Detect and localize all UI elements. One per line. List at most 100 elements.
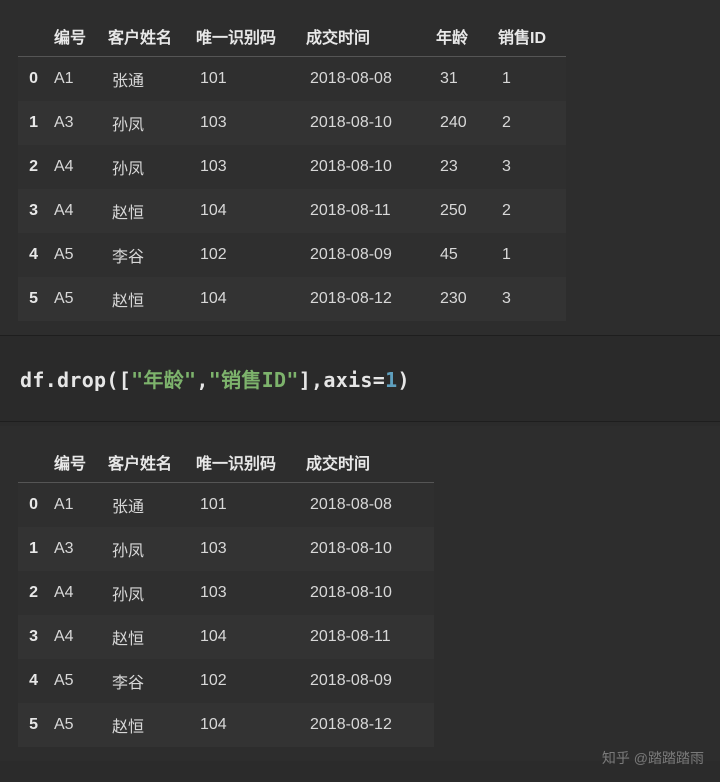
- cell: 101: [194, 483, 304, 528]
- cell: A1: [48, 483, 106, 528]
- cell: 45: [434, 233, 496, 277]
- cell: 230: [434, 277, 496, 321]
- cell: 250: [434, 189, 496, 233]
- code-equals: =: [373, 368, 385, 392]
- cell: 孙凤: [106, 145, 194, 189]
- cell: 104: [194, 703, 304, 747]
- cell: 2018-08-08: [304, 483, 434, 528]
- cell: 李谷: [106, 233, 194, 277]
- code-rparen: ): [397, 368, 409, 392]
- code-comma-1: ,: [196, 368, 208, 392]
- cell: 240: [434, 101, 496, 145]
- row-index: 0: [18, 57, 48, 102]
- cell: 2018-08-08: [304, 57, 434, 102]
- cell: 孙凤: [106, 101, 194, 145]
- cell: 2018-08-10: [304, 145, 434, 189]
- col-uid: 唯一识别码: [194, 14, 304, 57]
- row-index: 3: [18, 615, 48, 659]
- cell: 赵恒: [106, 703, 194, 747]
- dataframe-output-1: 编号 客户姓名 唯一识别码 成交时间 年龄 销售ID 0A1张通1012018-…: [0, 0, 720, 335]
- code-comma-2: ,: [311, 368, 323, 392]
- row-index: 4: [18, 233, 48, 277]
- code-object: df: [20, 368, 45, 392]
- cell: 101: [194, 57, 304, 102]
- row-index: 2: [18, 571, 48, 615]
- cell: 2018-08-11: [304, 189, 434, 233]
- cell: 孙凤: [106, 527, 194, 571]
- table-row: 3A4赵恒1042018-08-11: [18, 615, 434, 659]
- col-age: 年龄: [434, 14, 496, 57]
- col-customer-name: 客户姓名: [106, 14, 194, 57]
- cell: A4: [48, 615, 106, 659]
- cell: 张通: [106, 57, 194, 102]
- col-sales-id: 销售ID: [496, 14, 566, 57]
- table-row: 4A5李谷1022018-08-09: [18, 659, 434, 703]
- cell: 1: [496, 57, 566, 102]
- col-index: [18, 440, 48, 483]
- row-index: 1: [18, 101, 48, 145]
- col-deal-date: 成交时间: [304, 14, 434, 57]
- table-1: 编号 客户姓名 唯一识别码 成交时间 年龄 销售ID 0A1张通1012018-…: [18, 14, 566, 321]
- row-index: 5: [18, 703, 48, 747]
- cell: 103: [194, 571, 304, 615]
- code-lbracket: [: [119, 368, 131, 392]
- table-header-row: 编号 客户姓名 唯一识别码 成交时间 年龄 销售ID: [18, 14, 566, 57]
- cell: 张通: [106, 483, 194, 528]
- cell: 3: [496, 277, 566, 321]
- cell: 1: [496, 233, 566, 277]
- cell: 赵恒: [106, 615, 194, 659]
- cell: 孙凤: [106, 571, 194, 615]
- cell: 103: [194, 101, 304, 145]
- cell: 2018-08-10: [304, 527, 434, 571]
- cell: 2018-08-09: [304, 659, 434, 703]
- row-index: 4: [18, 659, 48, 703]
- cell: 2018-08-10: [304, 571, 434, 615]
- cell: 2018-08-12: [304, 703, 434, 747]
- cell: 104: [194, 277, 304, 321]
- table-row: 1A3孙凤1032018-08-10: [18, 527, 434, 571]
- cell: 23: [434, 145, 496, 189]
- row-index: 5: [18, 277, 48, 321]
- cell: 2018-08-12: [304, 277, 434, 321]
- cell: 102: [194, 659, 304, 703]
- cell: 3: [496, 145, 566, 189]
- table-row: 4A5李谷1022018-08-09451: [18, 233, 566, 277]
- cell: A3: [48, 527, 106, 571]
- col-bianhao: 编号: [48, 14, 106, 57]
- row-index: 3: [18, 189, 48, 233]
- cell: A4: [48, 189, 106, 233]
- code-rbracket: ]: [299, 368, 311, 392]
- table-row: 0A1张通1012018-08-08: [18, 483, 434, 528]
- row-index: 0: [18, 483, 48, 528]
- row-index: 2: [18, 145, 48, 189]
- code-axis-value: 1: [385, 368, 397, 392]
- cell: 2: [496, 189, 566, 233]
- table-row: 1A3孙凤1032018-08-102402: [18, 101, 566, 145]
- cell: 2018-08-10: [304, 101, 434, 145]
- table-row: 2A4孙凤1032018-08-10: [18, 571, 434, 615]
- code-string-2: "销售ID": [209, 368, 299, 392]
- col-uid: 唯一识别码: [194, 440, 304, 483]
- cell: A1: [48, 57, 106, 102]
- cell: 103: [194, 527, 304, 571]
- dataframe-output-2: 编号 客户姓名 唯一识别码 成交时间 0A1张通1012018-08-081A3…: [0, 426, 720, 761]
- code-cell: df.drop(["年龄","销售ID"],axis=1): [0, 335, 720, 422]
- code-lparen: (: [106, 368, 118, 392]
- code-dot: .: [45, 368, 57, 392]
- cell: 2018-08-11: [304, 615, 434, 659]
- cell: 104: [194, 615, 304, 659]
- col-bianhao: 编号: [48, 440, 106, 483]
- cell: 2: [496, 101, 566, 145]
- cell: A5: [48, 277, 106, 321]
- row-index: 1: [18, 527, 48, 571]
- cell: 2018-08-09: [304, 233, 434, 277]
- cell: A5: [48, 659, 106, 703]
- cell: 102: [194, 233, 304, 277]
- cell: 李谷: [106, 659, 194, 703]
- cell: A4: [48, 571, 106, 615]
- cell: 赵恒: [106, 277, 194, 321]
- code-string-1: "年龄": [131, 368, 196, 392]
- code-axis-keyword: axis: [323, 368, 372, 392]
- table-header-row: 编号 客户姓名 唯一识别码 成交时间: [18, 440, 434, 483]
- table-2: 编号 客户姓名 唯一识别码 成交时间 0A1张通1012018-08-081A3…: [18, 440, 434, 747]
